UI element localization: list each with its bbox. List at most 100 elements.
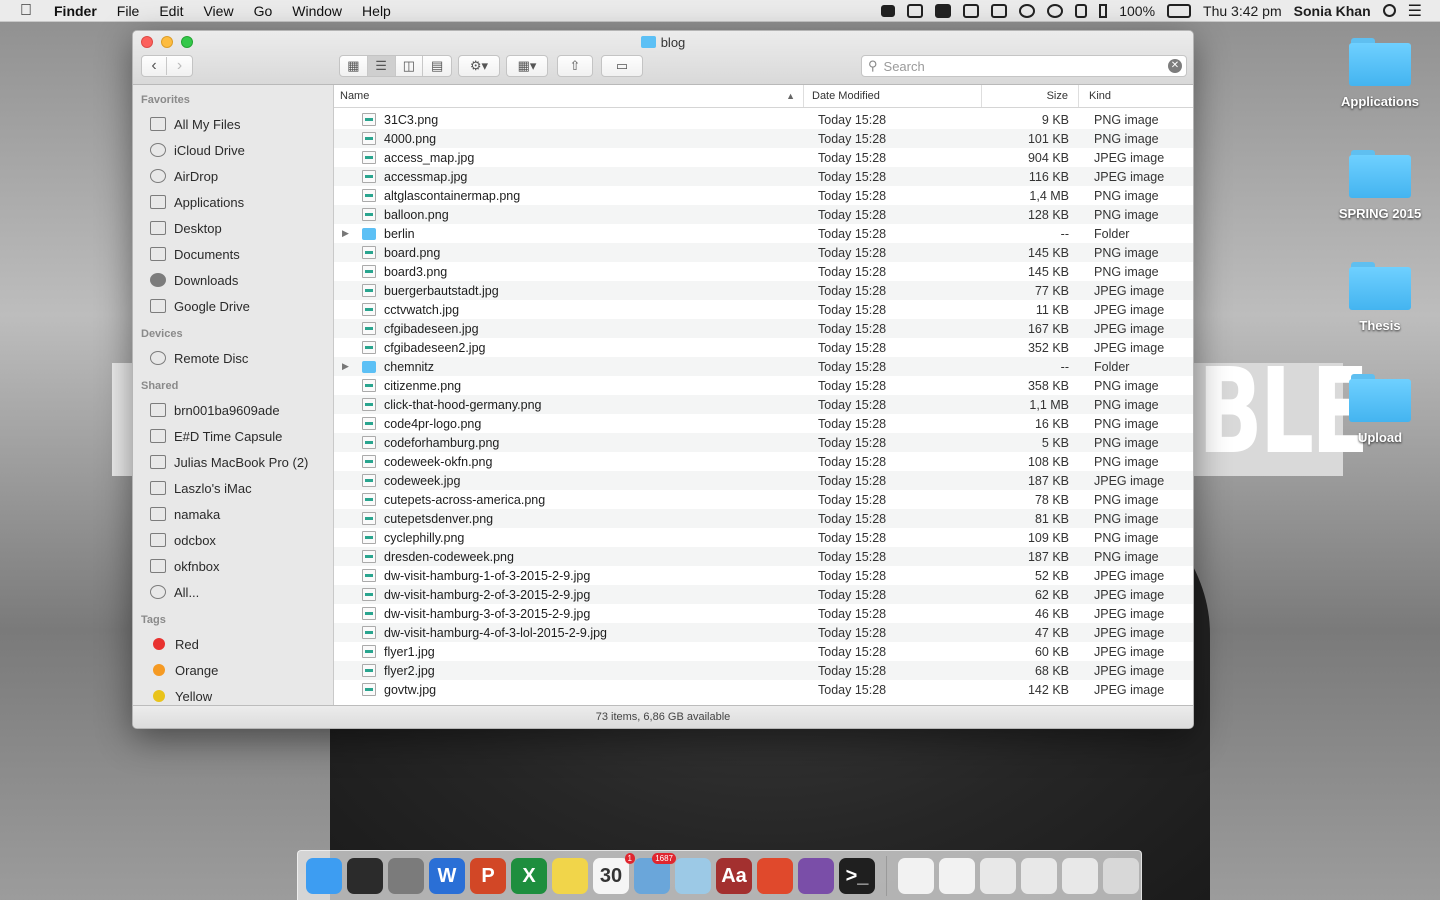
clear-search-icon[interactable]: ✕ — [1168, 59, 1182, 73]
dock-preview-icon[interactable] — [675, 858, 711, 894]
sidebar-item-shared-all[interactable]: All... — [133, 579, 333, 605]
desktop-icon-spring-2015[interactable]: SPRING 2015 — [1330, 150, 1430, 221]
file-row[interactable]: 4000.png Today 15:28 101 KB PNG image — [334, 129, 1193, 148]
column-header-name[interactable]: Name ▲ — [334, 85, 804, 107]
file-row[interactable]: dw-visit-hamburg-1-of-3-2015-2-9.jpg Toda… — [334, 566, 1193, 585]
volume-icon[interactable] — [1075, 3, 1088, 18]
column-view-icon[interactable]: ◫ — [396, 56, 424, 76]
sidebar-tag-yellow[interactable]: Yellow — [133, 683, 333, 706]
dock-document-1-icon[interactable] — [898, 858, 934, 894]
file-row[interactable]: accessmap.jpg Today 15:28 116 KB JPEG image — [334, 167, 1193, 186]
menu-go[interactable]: Go — [254, 3, 273, 19]
dock-trash-icon[interactable] — [1103, 858, 1139, 894]
action-gear-icon[interactable]: ⚙▾ — [458, 55, 500, 77]
share-icon[interactable]: ⇧ — [557, 55, 593, 77]
file-row[interactable]: cfgibadeseen.jpg Today 15:28 167 KB JPEG im… — [334, 319, 1193, 338]
clock[interactable]: Thu 3:42 pm — [1203, 3, 1282, 19]
sidebar-item-google-drive[interactable]: Google Drive — [133, 293, 333, 319]
dock-terminal-icon[interactable]: >_ — [839, 858, 875, 894]
dock-screenshot-1-icon[interactable] — [980, 858, 1016, 894]
notification-center-icon[interactable]: ☰ — [1408, 1, 1422, 21]
sidebar-item-shared-7[interactable]: okfnbox — [133, 553, 333, 579]
menu-help[interactable]: Help — [362, 3, 391, 19]
battery-percent[interactable]: 100% — [1119, 3, 1155, 19]
search-field[interactable]: ⚲ Search ✕ — [861, 55, 1187, 77]
desktop-icon-upload[interactable]: Upload — [1330, 374, 1430, 445]
dock-document-2-icon[interactable] — [939, 858, 975, 894]
file-row[interactable]: dw-visit-hamburg-2-of-3-2015-2-9.jpg Toda… — [334, 585, 1193, 604]
dock-dictionary-icon[interactable]: Aa — [716, 858, 752, 894]
google-drive-icon[interactable] — [907, 3, 924, 18]
icon-view-icon[interactable]: ▦ — [340, 56, 368, 76]
dock-mission-control-icon[interactable] — [347, 858, 383, 894]
wifi-icon[interactable] — [1019, 3, 1036, 18]
menu-edit[interactable]: Edit — [159, 3, 183, 19]
file-row[interactable]: citizenme.png Today 15:28 358 KB PNG image — [334, 376, 1193, 395]
file-row[interactable]: balloon.png Today 15:28 128 KB PNG image — [334, 205, 1193, 224]
desktop-icon-applications[interactable]: Applications — [1330, 38, 1430, 109]
sidebar-item-shared-2[interactable]: E#D Time Capsule — [133, 423, 333, 449]
menu-view[interactable]: View — [203, 3, 233, 19]
spotlight-icon[interactable] — [1382, 4, 1396, 17]
arrange-icon[interactable]: ▦▾ — [506, 55, 548, 77]
battery-icon[interactable] — [1167, 3, 1192, 18]
menu-app-name[interactable]: Finder — [54, 3, 97, 19]
column-header-size[interactable]: Size — [982, 85, 1079, 107]
cover-flow-icon[interactable]: ▤ — [423, 56, 451, 76]
sidebar-item-icloud-drive[interactable]: iCloud Drive — [133, 137, 333, 163]
file-row[interactable]: dw-visit-hamburg-4-of-3-lol-2015-2-9.jpg… — [334, 623, 1193, 642]
dock-system-preferences-icon[interactable] — [388, 858, 424, 894]
desktop-icon-thesis[interactable]: Thesis — [1330, 262, 1430, 333]
sidebar-item-all-my-files[interactable]: All My Files — [133, 111, 333, 137]
sidebar-item-shared-4[interactable]: Laszlo's iMac — [133, 475, 333, 501]
column-header-kind[interactable]: Kind — [1079, 85, 1193, 107]
dock-mail-icon[interactable]: 1687 — [634, 853, 676, 894]
file-row[interactable]: altglascontainermap.png Today 15:28 1,4 MB… — [334, 186, 1193, 205]
sidebar-item-desktop[interactable]: Desktop — [133, 215, 333, 241]
file-row[interactable]: codeweek.jpg Today 15:28 187 KB JPEG image — [334, 471, 1193, 490]
folder-row[interactable]: ▶ berlin Today 15:28 -- Folder — [334, 224, 1193, 243]
list-view-icon[interactable]: ☰ — [367, 56, 396, 76]
file-row[interactable]: buergerbautstadt.jpg Today 15:28 77 KB JPEG… — [334, 281, 1193, 300]
dock-chrome-icon[interactable] — [757, 858, 793, 894]
sidebar-item-downloads[interactable]: Downloads — [133, 267, 333, 293]
file-row[interactable]: cutepetsdenver.png Today 15:28 81 KB PNG im… — [334, 509, 1193, 528]
apple-icon[interactable]:  — [20, 2, 40, 20]
user-name[interactable]: Sonia Khan — [1294, 3, 1371, 19]
forward-button[interactable]: › — [167, 57, 192, 75]
file-row[interactable]: cutepets-across-america.png Today 15:28 78… — [334, 490, 1193, 509]
file-row[interactable]: flyer2.jpg Today 15:28 68 KB JPEG image — [334, 661, 1193, 680]
sidebar-tag-red[interactable]: Red — [133, 631, 333, 657]
file-row[interactable]: 31C3.png Today 15:28 9 KB PNG image — [334, 110, 1193, 129]
dock-finder-icon[interactable] — [306, 858, 342, 894]
file-row[interactable]: dresden-codeweek.png Today 15:28 187 KB PNG… — [334, 547, 1193, 566]
file-row[interactable]: cfgibadeseen2.jpg Today 15:28 352 KB JPEG i… — [334, 338, 1193, 357]
evernote-icon[interactable] — [935, 3, 952, 18]
dock-powerpoint-icon[interactable]: P — [470, 858, 506, 894]
file-row[interactable]: dw-visit-hamburg-3-of-3-2015-2-9.jpg Toda… — [334, 604, 1193, 623]
file-row[interactable]: cctvwatch.jpg Today 15:28 11 KB JPEG image — [334, 300, 1193, 319]
file-row[interactable]: cyclephilly.png Today 15:28 109 KB PNG imag… — [334, 528, 1193, 547]
sidebar-item-documents[interactable]: Documents — [133, 241, 333, 267]
file-row[interactable]: click-that-hood-germany.png Today 15:28 1,… — [334, 395, 1193, 414]
sidebar-item-shared-3[interactable]: Julias MacBook Pro (2) — [133, 449, 333, 475]
file-row[interactable]: govtw.jpg Today 15:28 142 KB JPEG image — [334, 680, 1193, 699]
column-header-date[interactable]: Date Modified — [804, 85, 982, 107]
disclosure-triangle-icon[interactable]: ▶ — [342, 361, 354, 372]
time-machine-icon[interactable] — [1047, 3, 1064, 18]
disclosure-triangle-icon[interactable]: ▶ — [342, 228, 354, 239]
dock-screenshot-2-icon[interactable] — [1021, 858, 1057, 894]
dock-excel-icon[interactable]: X — [511, 858, 547, 894]
sidebar-item-applications[interactable]: Applications — [133, 189, 333, 215]
file-row[interactable]: board3.png Today 15:28 145 KB PNG image — [334, 262, 1193, 281]
sidebar-item-airdrop[interactable]: AirDrop — [133, 163, 333, 189]
file-row[interactable]: code4pr-logo.png Today 15:28 16 KB PNG imag… — [334, 414, 1193, 433]
menu-file[interactable]: File — [117, 3, 140, 19]
back-button[interactable]: ‹ — [142, 57, 168, 75]
dock-calendar-icon[interactable]: 30 1 — [593, 853, 635, 894]
file-row[interactable]: codeweek-okfn.png Today 15:28 108 KB PNG im… — [334, 452, 1193, 471]
menu-window[interactable]: Window — [292, 3, 342, 19]
dock-github-icon[interactable] — [798, 858, 834, 894]
dock-stickies-icon[interactable] — [552, 858, 588, 894]
sidebar-item-shared-1[interactable]: brn001ba9609ade — [133, 397, 333, 423]
